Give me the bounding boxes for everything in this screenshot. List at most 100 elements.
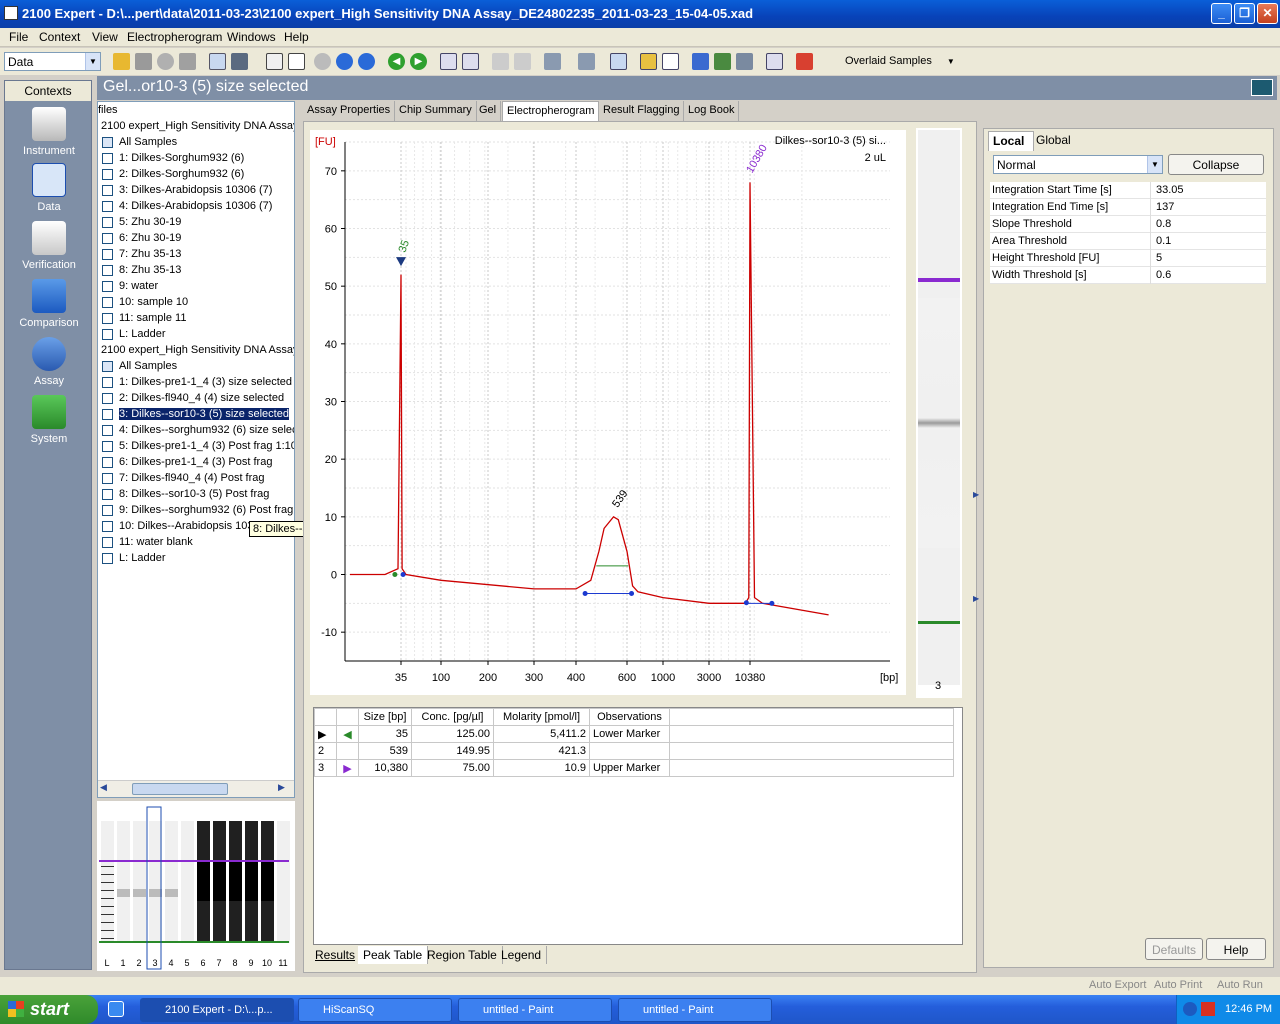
tab-chip-summary[interactable]: Chip Summary xyxy=(395,101,477,121)
task-paint-1[interactable]: untitled - Paint xyxy=(458,998,612,1022)
task-paint-2[interactable]: untitled - Paint xyxy=(618,998,772,1022)
table-row[interactable]: 3 ▶ 10,380 75.00 10.9 Upper Marker xyxy=(314,759,954,777)
sample-checkbox[interactable] xyxy=(102,393,113,404)
context-data[interactable]: Data xyxy=(5,163,93,213)
quicklaunch-icon[interactable] xyxy=(108,1001,124,1017)
menu-windows[interactable]: Windows xyxy=(227,30,276,44)
splitter-arrow-icon[interactable]: ▶ xyxy=(973,594,979,603)
tray-arrow-icon[interactable] xyxy=(1183,1002,1197,1016)
molarity-header[interactable]: Molarity [pmol/l] xyxy=(493,708,590,726)
chart-settings-icon[interactable] xyxy=(766,53,783,70)
sample-checkbox[interactable] xyxy=(102,249,113,260)
sample-checkbox[interactable] xyxy=(102,441,113,452)
electropherogram-plot[interactable]: 70 60 50 40 30 20 10 0 -10 35 100 200 300 400 600 1000 3… xyxy=(310,130,906,695)
sample-checkbox[interactable] xyxy=(102,153,113,164)
maximize-button[interactable]: ❐ xyxy=(1234,3,1255,24)
marker-icon[interactable] xyxy=(796,53,813,70)
property-value[interactable]: 5 xyxy=(1156,252,1162,264)
refresh-icon[interactable] xyxy=(157,53,174,70)
curve-icon[interactable] xyxy=(662,53,679,70)
help-button[interactable]: Help xyxy=(1206,938,1266,960)
task-hiscansq[interactable]: HiScanSQ xyxy=(298,998,452,1022)
tab-assay-properties[interactable]: Assay Properties xyxy=(303,101,396,121)
electropherogram-chart[interactable]: 706050403020100-1035 100 200 300 400 600 1000 3… xyxy=(310,130,906,695)
gel-lane[interactable] xyxy=(133,821,146,943)
sample-checkbox[interactable] xyxy=(102,185,113,196)
property-value[interactable]: 0.8 xyxy=(1156,218,1171,230)
stop-icon[interactable] xyxy=(358,53,375,70)
property-value[interactable]: 137 xyxy=(1156,201,1174,213)
sample-checkbox[interactable] xyxy=(102,425,113,436)
forward-icon[interactable]: ▶ xyxy=(410,53,427,70)
tray-app-icon[interactable] xyxy=(1201,1002,1215,1016)
gel-lane[interactable] xyxy=(149,821,162,943)
gel-lane[interactable] xyxy=(181,821,194,943)
context-verification[interactable]: Verification xyxy=(5,221,93,271)
gel-icon[interactable] xyxy=(266,53,283,70)
property-row[interactable]: Height Threshold [FU] 5 xyxy=(990,250,1266,267)
save-icon[interactable] xyxy=(135,53,152,70)
tree-scrollbar[interactable]: ◀ ▶ xyxy=(98,780,294,797)
open-icon[interactable] xyxy=(113,53,130,70)
sample-checkbox[interactable] xyxy=(102,169,113,180)
overlay-icon[interactable] xyxy=(640,53,657,70)
minimize-button[interactable]: _ xyxy=(1211,3,1232,24)
sample-checkbox[interactable] xyxy=(102,409,113,420)
start-button[interactable]: start xyxy=(0,995,98,1024)
property-row[interactable]: Integration End Time [s] 137 xyxy=(990,199,1266,216)
context-select[interactable]: Data ▼ xyxy=(4,52,101,71)
sample-checkbox[interactable] xyxy=(102,377,113,388)
grid-icon[interactable] xyxy=(1251,79,1273,96)
grid-icon[interactable] xyxy=(102,361,113,372)
sample-checkbox[interactable] xyxy=(102,521,113,532)
tab-results[interactable]: Results xyxy=(310,946,362,964)
conc-header[interactable]: Conc. [pg/µl] xyxy=(411,708,494,726)
scroll-right-icon[interactable]: ▶ xyxy=(278,782,292,796)
context-assay[interactable]: Assay xyxy=(5,337,93,387)
overlay-select[interactable]: Overlaid Samples ▼ xyxy=(845,55,955,67)
task-2100-expert[interactable]: 2100 Expert - D:\...p... xyxy=(140,998,294,1022)
play-icon[interactable] xyxy=(314,53,331,70)
gel-lane[interactable] xyxy=(277,821,290,943)
peak-tool-icon[interactable] xyxy=(544,53,561,70)
property-row[interactable]: Slope Threshold 0.8 xyxy=(990,216,1266,233)
tab-gel[interactable]: Gel xyxy=(475,101,502,121)
electropherogram-icon[interactable] xyxy=(288,53,305,70)
gel-thumbnail[interactable]: L 1 2 3 4 5 6 7 8 9 10 11 xyxy=(97,801,295,971)
back-icon[interactable]: ◀ xyxy=(388,53,405,70)
chip-icon[interactable] xyxy=(736,53,753,70)
properties-icon[interactable] xyxy=(231,53,248,70)
table-icon[interactable] xyxy=(692,53,709,70)
grid-view-icon[interactable] xyxy=(462,53,479,70)
property-value[interactable]: 0.1 xyxy=(1156,235,1171,247)
menu-electropherogram[interactable]: Electropherogram xyxy=(127,30,222,44)
property-row[interactable]: Width Threshold [s] 0.6 xyxy=(990,267,1266,284)
gel-lane[interactable] xyxy=(165,821,178,943)
defaults-button[interactable]: Defaults xyxy=(1145,938,1203,960)
grid-icon[interactable] xyxy=(102,137,113,148)
sample-checkbox[interactable] xyxy=(102,473,113,484)
zoom-out-icon[interactable] xyxy=(514,53,531,70)
tab-region-table[interactable]: Region Table xyxy=(422,946,503,964)
tab-peak-table[interactable]: Peak Table xyxy=(358,946,429,964)
scroll-left-icon[interactable]: ◀ xyxy=(100,782,114,796)
export-icon[interactable] xyxy=(714,53,731,70)
context-comparison[interactable]: Comparison xyxy=(5,279,93,329)
sample-checkbox[interactable] xyxy=(102,457,113,468)
observations-header[interactable]: Observations xyxy=(589,708,670,726)
property-value[interactable]: 33.05 xyxy=(1156,184,1184,196)
sample-checkbox[interactable] xyxy=(102,265,113,276)
sample-checkbox[interactable] xyxy=(102,489,113,500)
pin-icon[interactable] xyxy=(610,53,627,70)
menu-context[interactable]: Context xyxy=(39,30,80,44)
tab-log-book[interactable]: Log Book xyxy=(684,101,740,121)
collapse-button[interactable]: Collapse xyxy=(1168,154,1264,175)
context-instrument[interactable]: Instrument xyxy=(5,107,93,157)
property-value[interactable]: 0.6 xyxy=(1156,269,1171,281)
sample-checkbox[interactable] xyxy=(102,537,113,548)
tab-local[interactable]: Local xyxy=(988,131,1034,151)
size-header[interactable]: Size [bp] xyxy=(358,708,412,726)
sample-checkbox[interactable] xyxy=(102,313,113,324)
sample-checkbox[interactable] xyxy=(102,281,113,292)
print-icon[interactable] xyxy=(179,53,196,70)
